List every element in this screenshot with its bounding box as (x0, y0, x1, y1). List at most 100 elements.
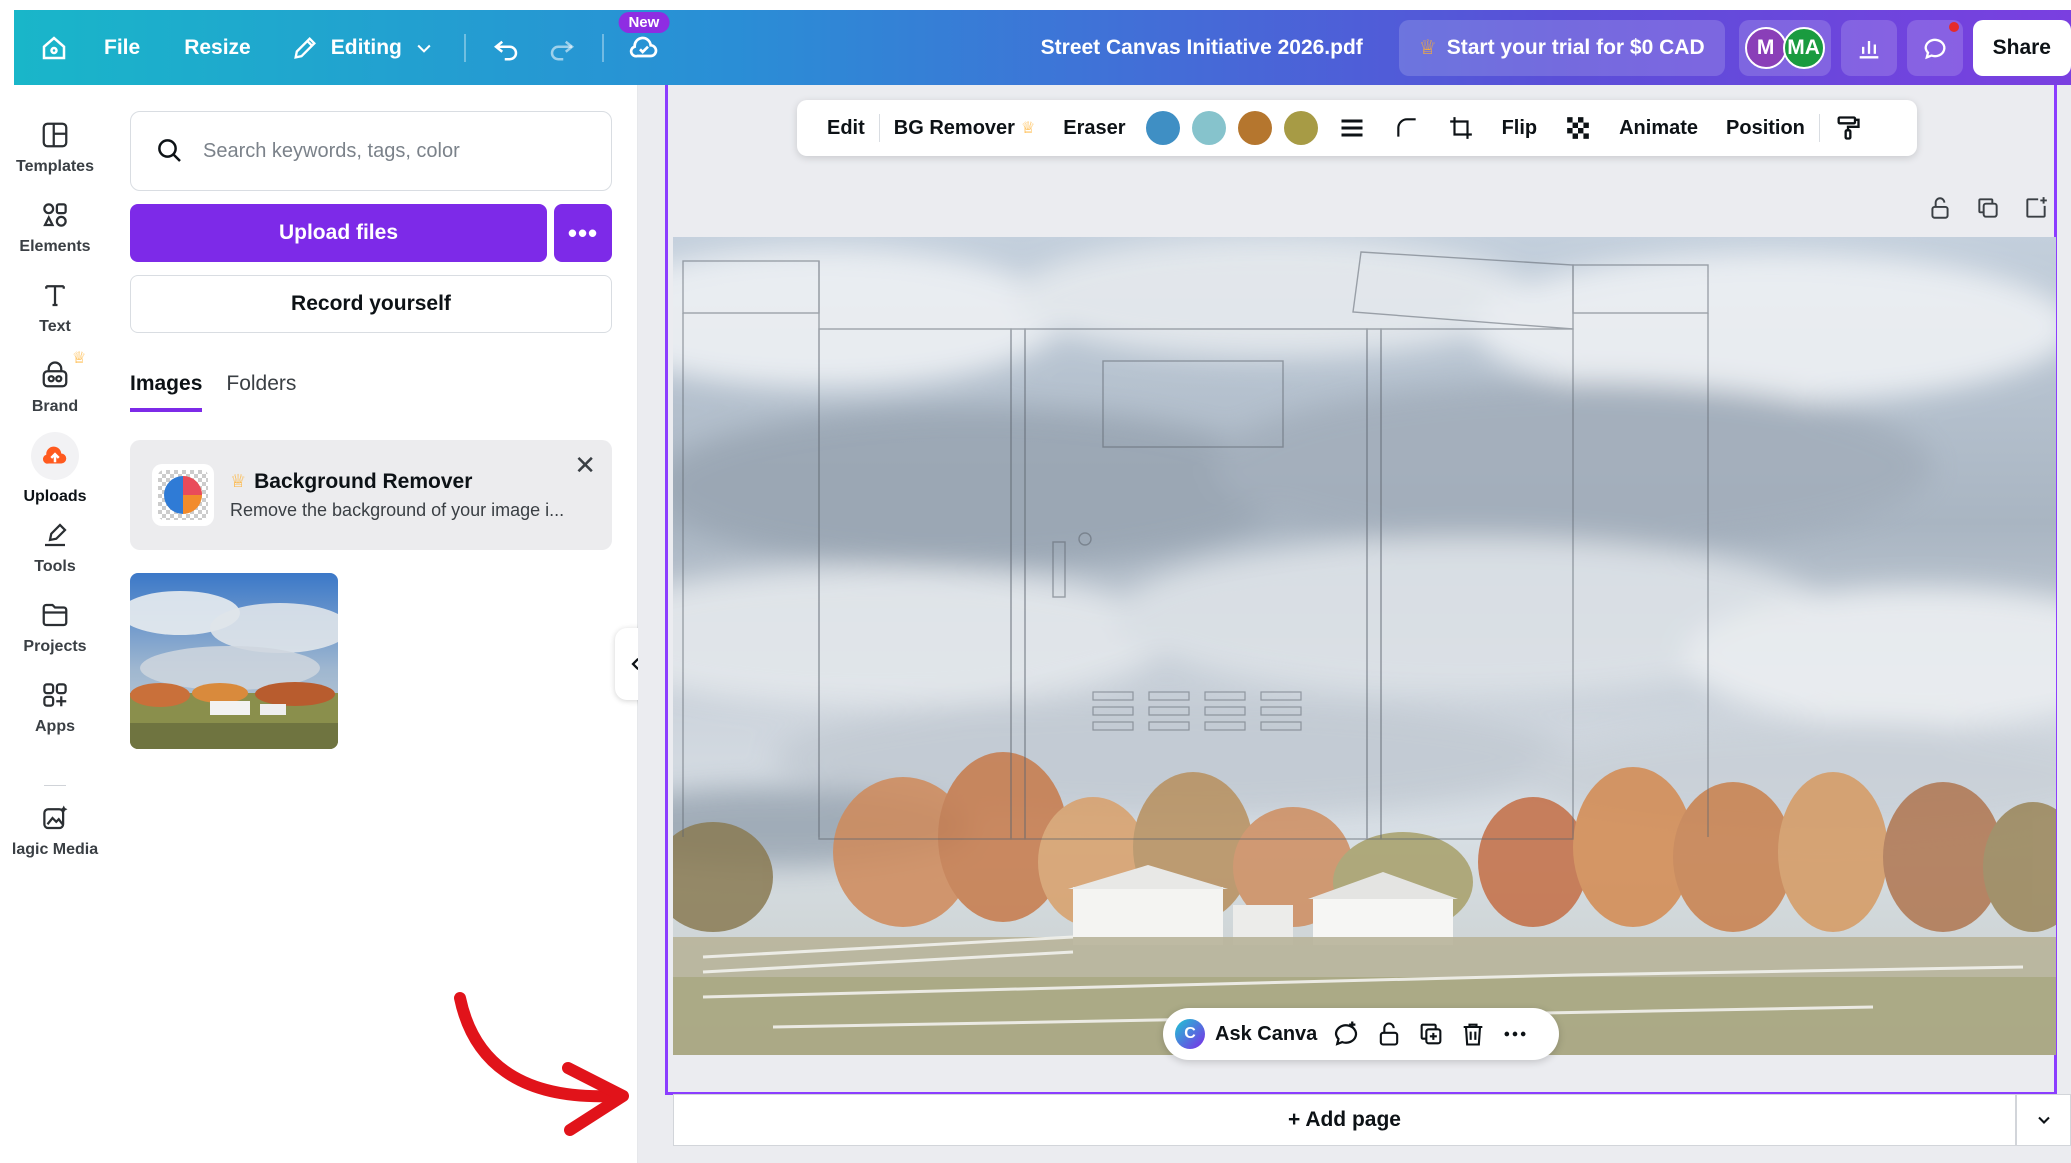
duplicate-icon[interactable] (1417, 1020, 1445, 1048)
rail-item-brand[interactable]: ♕ Brand (0, 350, 110, 416)
pen-tool-icon (45, 523, 67, 547)
rail-item-templates[interactable]: Templates (0, 120, 110, 176)
apps-grid-icon (43, 683, 67, 707)
rail-label: Elements (19, 238, 91, 255)
rail-label: Uploads (23, 488, 87, 505)
search-icon (158, 139, 181, 162)
lock-icon[interactable] (1375, 1020, 1403, 1048)
background-remover-card[interactable]: ♕ Background Remover Remove the backgrou… (130, 440, 612, 550)
eraser-button[interactable]: Eraser (1049, 117, 1139, 140)
border-style-button[interactable] (1324, 114, 1380, 142)
resize-button[interactable]: Resize (162, 20, 273, 76)
duplicate-page-icon[interactable] (1975, 195, 2001, 221)
brand-icon (42, 361, 68, 388)
rail-label: Text (39, 318, 71, 335)
rail-label: Brand (31, 398, 79, 415)
home-icon (42, 35, 66, 59)
chevron-down-icon (417, 44, 431, 53)
edit-button[interactable]: Edit (813, 117, 879, 140)
collaborators[interactable]: M MA (1738, 19, 1831, 76)
templates-icon (42, 122, 68, 148)
element-floating-toolbar: C Ask Canva (1163, 1008, 1559, 1060)
color-swatch[interactable] (1145, 111, 1180, 145)
color-swatch[interactable] (1237, 111, 1272, 145)
start-trial-button[interactable]: ♕ Start your trial for $0 CAD (1398, 19, 1725, 76)
flip-button[interactable]: Flip (1488, 117, 1552, 140)
position-button[interactable]: Position (1712, 117, 1819, 140)
lock-icon[interactable] (1927, 195, 1953, 221)
rail-label: Tools (34, 558, 76, 575)
more-options-button[interactable]: ••• (554, 204, 612, 262)
copy-style-button[interactable] (1820, 114, 1876, 142)
avatar[interactable]: M (1744, 26, 1787, 69)
elements-icon (43, 203, 67, 227)
notification-dot (1948, 21, 1959, 32)
cloud-check-icon (629, 36, 658, 58)
comment-add-icon[interactable] (1331, 1019, 1361, 1049)
search-placeholder: Search keywords, tags, color (203, 139, 460, 162)
new-badge: New (618, 11, 670, 33)
left-rail: Templates Elements Text ♕ Brand Uploads … (0, 85, 110, 1163)
crown-icon: ♕ (230, 471, 247, 491)
divider (601, 33, 604, 62)
folder-icon (42, 603, 68, 627)
design-page-image[interactable] (673, 237, 2056, 1055)
more-horizontal-icon[interactable] (1501, 1020, 1529, 1048)
color-swatch[interactable] (1283, 111, 1318, 145)
crop-button[interactable] (1434, 115, 1488, 141)
crown-icon: ♕ (72, 350, 87, 367)
tab-images[interactable]: Images (130, 372, 203, 412)
color-swatch[interactable] (1191, 111, 1226, 145)
save-status-button[interactable]: New (616, 11, 672, 76)
rail-item-tools[interactable]: Tools (0, 520, 110, 576)
share-button[interactable]: Share (1972, 19, 2071, 76)
search-input[interactable]: Search keywords, tags, color (130, 111, 612, 191)
add-page-button[interactable]: + Add page (673, 1094, 2016, 1146)
tab-folders[interactable]: Folders (226, 372, 296, 412)
file-menu[interactable]: File (82, 20, 162, 76)
rail-item-elements[interactable]: Elements (0, 200, 110, 256)
page-options-button[interactable] (2016, 1094, 2071, 1146)
add-page-icon[interactable] (2023, 195, 2049, 221)
rail-item-apps[interactable]: Apps (0, 680, 110, 736)
trash-icon[interactable] (1459, 1020, 1487, 1048)
ask-canva-label: Ask Canva (1215, 1022, 1318, 1045)
top-bar: File Resize Editing New Street Canvas In… (14, 10, 2071, 85)
redo-button[interactable] (534, 20, 590, 76)
document-title[interactable]: Street Canvas Initiative 2026.pdf (1041, 36, 1363, 60)
red-annotation-arrow (454, 992, 629, 1136)
background-remover-icon (152, 464, 214, 526)
rail-item-magic-media[interactable]: lagic Media (0, 803, 110, 859)
background-remover-description: Remove the background of your image i... (230, 499, 565, 520)
home-button[interactable] (26, 20, 82, 76)
divider (463, 33, 466, 62)
redo-icon (550, 40, 574, 60)
insights-button[interactable] (1840, 19, 1897, 76)
magic-media-icon (43, 805, 68, 830)
undo-button[interactable] (478, 20, 534, 76)
bg-remover-label: BG Remover (893, 116, 1015, 139)
canva-logo-icon: C (1175, 1019, 1205, 1049)
animate-button[interactable]: Animate (1605, 117, 1712, 140)
editing-label: Editing (330, 35, 402, 59)
ask-canva-button[interactable]: C Ask Canva (1175, 1019, 1317, 1049)
avatar[interactable]: MA (1782, 26, 1825, 69)
rail-item-uploads[interactable]: Uploads (0, 432, 110, 506)
transparency-checker-icon (1567, 117, 1589, 139)
rail-item-projects[interactable]: Projects (0, 600, 110, 656)
comments-button[interactable] (1906, 19, 1963, 76)
close-icon[interactable]: ✕ (574, 450, 596, 481)
rail-item-text[interactable]: Text (0, 280, 110, 336)
bg-remover-button[interactable]: BG Remover ♕ (880, 117, 1050, 140)
record-yourself-button[interactable]: Record yourself (130, 275, 612, 333)
transparency-button[interactable] (1551, 115, 1605, 141)
bgr-title-text: Background Remover (254, 469, 473, 493)
landscape-photo (673, 237, 2056, 1055)
upload-files-button[interactable]: Upload files (130, 204, 547, 262)
paint-roller-icon (1837, 116, 1860, 140)
corner-rounding-button[interactable] (1380, 115, 1434, 141)
editing-mode-dropdown[interactable]: Editing (273, 34, 452, 62)
uploads-icon-bubble (31, 432, 79, 480)
background-remover-text: ♕ Background Remover Remove the backgrou… (230, 470, 564, 521)
uploaded-image-thumbnail[interactable] (130, 573, 338, 749)
